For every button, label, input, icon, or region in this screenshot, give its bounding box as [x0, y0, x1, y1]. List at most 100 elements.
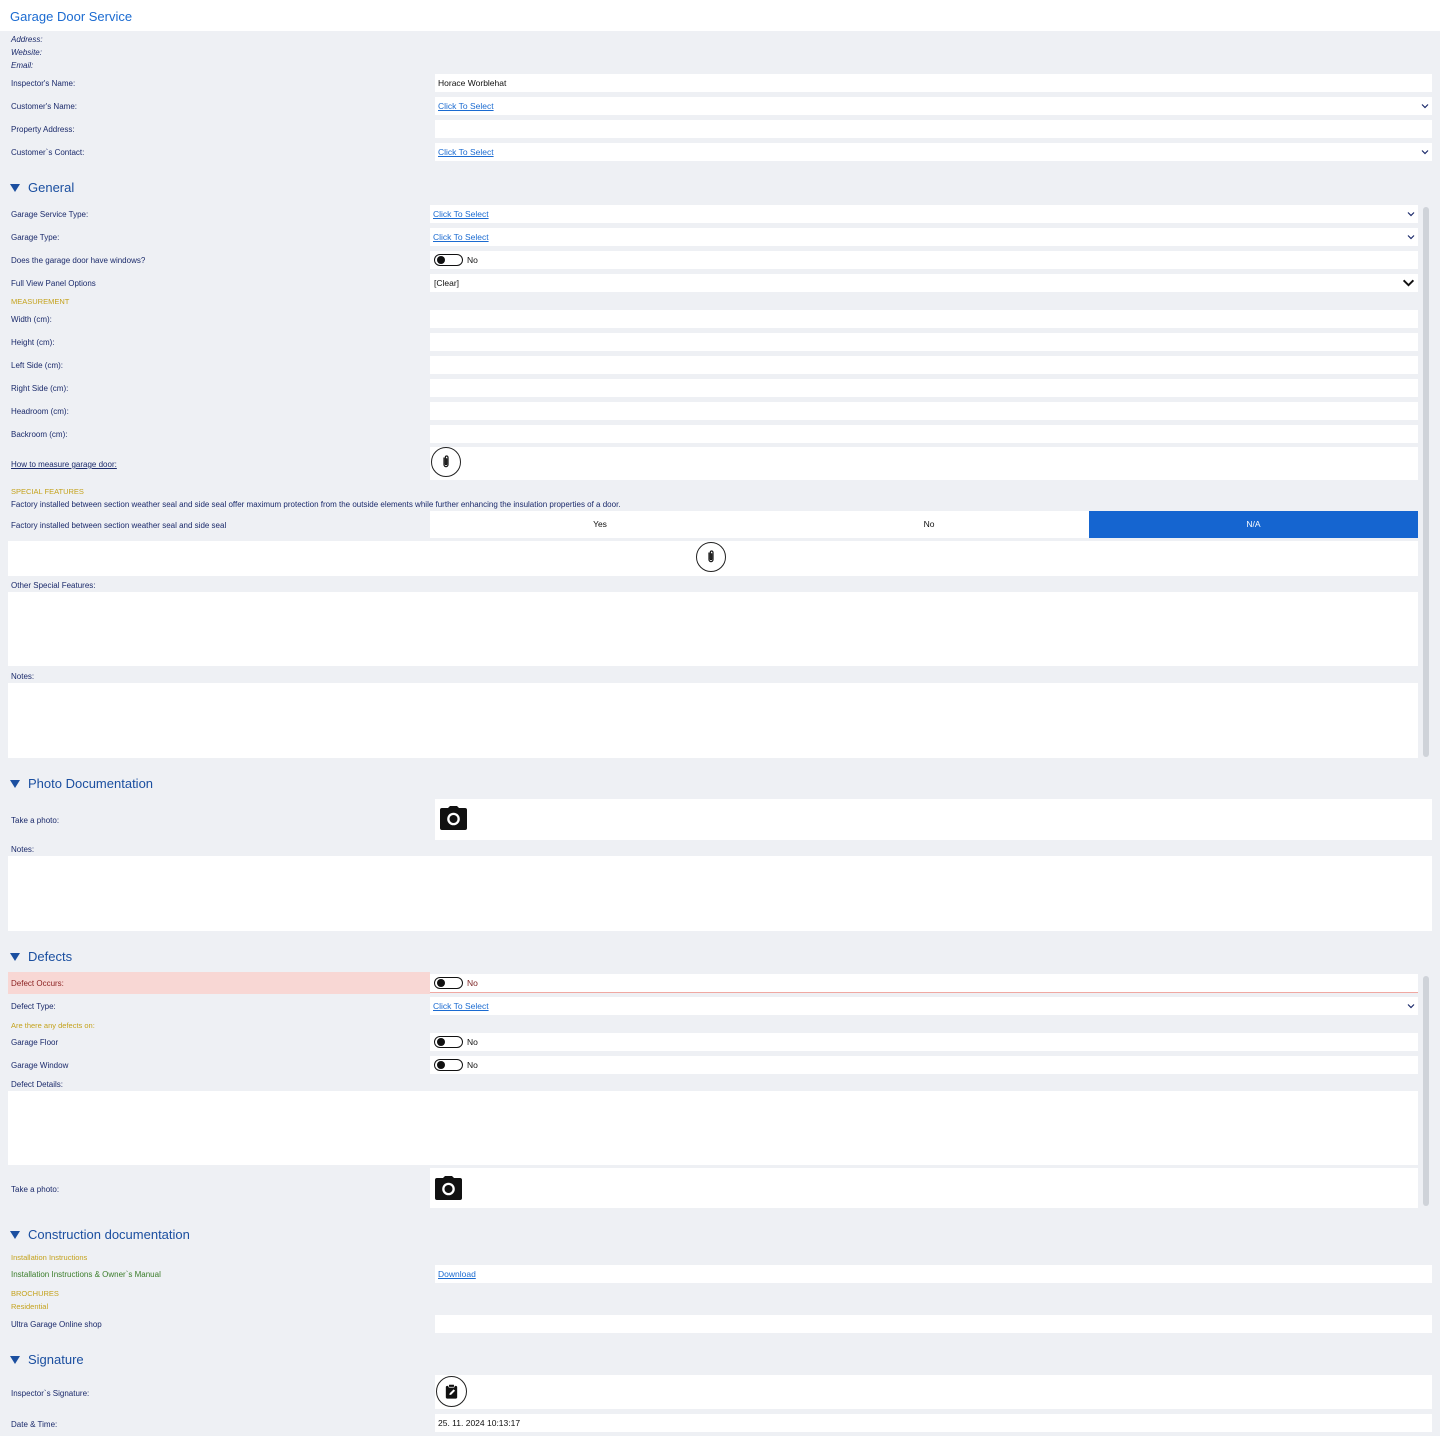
backroom-label: Backroom (cm):	[11, 430, 68, 439]
collapse-triangle-icon	[10, 183, 20, 192]
right-side-input[interactable]	[430, 379, 1418, 397]
service-type-label: Garage Service Type:	[11, 210, 89, 219]
customer-contact-label: Customer`s Contact:	[11, 148, 85, 157]
section-photo-title: Photo Documentation	[28, 776, 154, 791]
section-general-header[interactable]: General	[10, 180, 74, 195]
photo-notes-textarea[interactable]	[8, 856, 1432, 931]
windows-toggle-row: No	[430, 251, 1418, 269]
other-features-textarea[interactable]	[8, 592, 1418, 666]
manual-label: Installation Instructions & Owner`s Manu…	[11, 1270, 161, 1279]
signature-clipboard-icon	[445, 1384, 458, 1399]
installation-heading: Installation Instructions	[11, 1253, 88, 1262]
defects-scrollbar[interactable]	[1423, 976, 1429, 1206]
defect-details-label: Defect Details:	[11, 1080, 64, 1089]
defect-type-value[interactable]: Click To Select	[433, 1001, 489, 1011]
defect-occurs-toggle[interactable]	[434, 977, 463, 989]
defect-occurs-label: Defect Occurs:	[11, 979, 64, 988]
chevron-down-icon	[1407, 1004, 1415, 1009]
website-label: Website:	[11, 48, 42, 57]
collapse-triangle-icon	[10, 952, 20, 961]
datetime-field[interactable]: 25. 11. 2024 10:13:17	[435, 1414, 1432, 1432]
garage-type-label: Garage Type:	[11, 233, 60, 242]
left-side-input[interactable]	[430, 356, 1418, 374]
general-scrollbar[interactable]	[1423, 207, 1429, 757]
page-title: Garage Door Service	[10, 9, 133, 24]
defect-occurs-value: No	[467, 978, 478, 988]
customer-contact-select[interactable]: Click To Select	[435, 143, 1432, 161]
download-link[interactable]: Download	[438, 1269, 476, 1279]
defect-details-textarea[interactable]	[8, 1091, 1418, 1165]
camera-icon[interactable]	[434, 1175, 463, 1201]
defect-type-label: Defect Type:	[11, 1002, 56, 1011]
residential-label: Residential	[11, 1302, 49, 1311]
windows-toggle[interactable]	[434, 254, 463, 266]
garage-floor-value: No	[467, 1037, 478, 1047]
service-type-select[interactable]: Click To Select	[430, 205, 1418, 223]
property-address-label: Property Address:	[11, 125, 75, 134]
section-construction-header[interactable]: Construction documentation	[10, 1227, 190, 1242]
datetime-value: 25. 11. 2024 10:13:17	[438, 1418, 521, 1428]
photo-take-label: Take a photo:	[11, 816, 60, 825]
camera-icon[interactable]	[439, 805, 468, 831]
section-general-title: General	[28, 180, 75, 195]
how-to-measure-link[interactable]: How to measure garage door:	[11, 460, 117, 469]
header-bar: Garage Door Service	[0, 0, 1440, 31]
defect-occurs-row: No	[430, 974, 1418, 993]
headroom-label: Headroom (cm):	[11, 407, 69, 416]
width-label: Width (cm):	[11, 315, 52, 324]
right-side-label: Right Side (cm):	[11, 384, 69, 393]
collapse-triangle-icon	[10, 1230, 20, 1239]
panel-options-label: Full View Panel Options	[11, 279, 96, 288]
section-construction-title: Construction documentation	[28, 1227, 190, 1242]
customer-name-value[interactable]: Click To Select	[438, 101, 494, 111]
defect-type-select[interactable]: Click To Select	[430, 997, 1418, 1015]
seal-option-yes[interactable]: Yes	[430, 511, 770, 538]
weather-seal-label: Factory installed between section weathe…	[11, 521, 227, 530]
measurement-heading: MEASUREMENT	[11, 297, 70, 306]
general-notes-label: Notes:	[11, 672, 35, 681]
seal-option-no[interactable]: No	[770, 511, 1088, 538]
chevron-down-icon	[1421, 104, 1429, 109]
customer-name-select[interactable]: Click To Select	[435, 97, 1432, 115]
garage-type-value[interactable]: Click To Select	[433, 232, 489, 242]
panel-options-value: [Clear]	[434, 278, 460, 288]
garage-floor-toggle[interactable]	[434, 1036, 463, 1048]
general-notes-textarea[interactable]	[8, 683, 1418, 758]
customer-contact-value[interactable]: Click To Select	[438, 147, 494, 157]
section-signature-title: Signature	[28, 1352, 84, 1367]
collapse-triangle-icon	[10, 1355, 20, 1364]
garage-window-toggle[interactable]	[434, 1059, 463, 1071]
collapse-triangle-icon	[10, 779, 20, 788]
section-signature-header[interactable]: Signature	[10, 1352, 84, 1367]
property-address-field[interactable]	[435, 120, 1432, 138]
special-features-heading: SPECIAL FEATURES	[11, 487, 84, 496]
inspector-name-field[interactable]: Horace Worblehat	[435, 74, 1432, 92]
signature-row	[435, 1375, 1432, 1409]
section-photo-header[interactable]: Photo Documentation	[10, 776, 153, 791]
left-side-label: Left Side (cm):	[11, 361, 64, 370]
section-defects-title: Defects	[28, 949, 73, 964]
panel-options-select[interactable]: [Clear]	[430, 274, 1418, 292]
online-shop-field[interactable]	[435, 1315, 1432, 1333]
width-input[interactable]	[430, 310, 1418, 328]
height-input[interactable]	[430, 333, 1418, 351]
address-label: Address:	[11, 35, 43, 44]
headroom-input[interactable]	[430, 402, 1418, 420]
customer-name-label: Customer's Name:	[11, 102, 77, 111]
garage-floor-label: Garage Floor	[11, 1038, 59, 1047]
attachment-button[interactable]	[431, 447, 461, 477]
defect-photo-label: Take a photo:	[11, 1185, 60, 1194]
photo-capture-row	[435, 799, 1432, 840]
backroom-input[interactable]	[430, 425, 1418, 443]
signature-button[interactable]	[436, 1376, 467, 1407]
garage-window-value: No	[467, 1060, 478, 1070]
inspector-name-value: Horace Worblehat	[438, 78, 507, 88]
attachment-button[interactable]	[696, 542, 726, 572]
section-defects-header[interactable]: Defects	[10, 949, 72, 964]
garage-type-select[interactable]: Click To Select	[430, 228, 1418, 246]
service-type-value[interactable]: Click To Select	[433, 209, 489, 219]
seal-option-na[interactable]: N/A	[1089, 511, 1418, 538]
other-features-label: Other Special Features:	[11, 581, 96, 590]
inspector-signature-label: Inspector`s Signature:	[11, 1389, 90, 1398]
paperclip-icon	[443, 455, 449, 468]
